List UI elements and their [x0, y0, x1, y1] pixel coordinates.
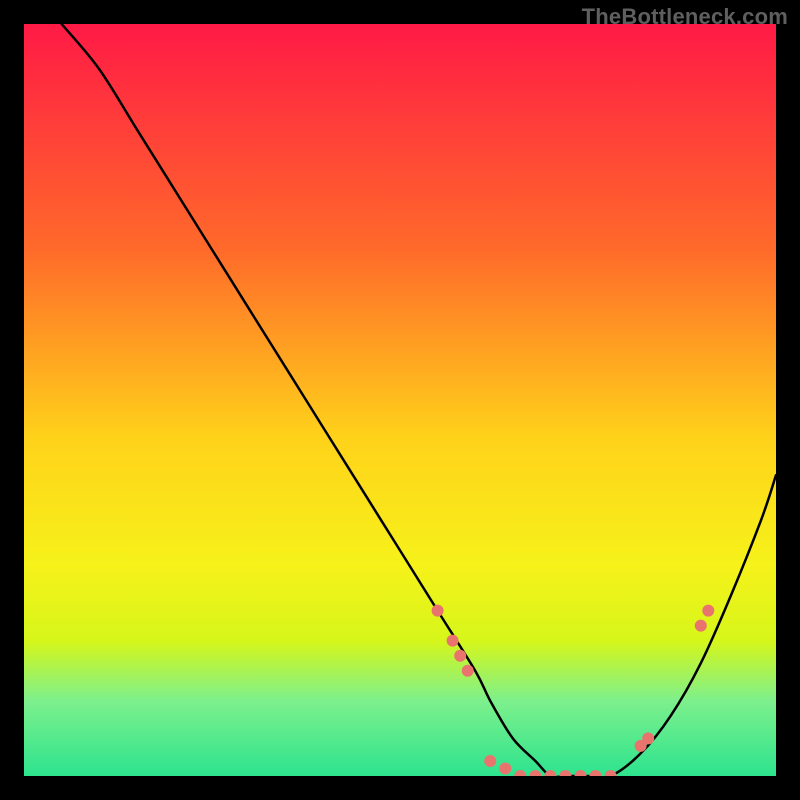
- highlight-dot: [462, 665, 474, 677]
- bottleneck-chart: [24, 24, 776, 776]
- highlight-dot: [454, 650, 466, 662]
- highlight-dot: [432, 605, 444, 617]
- chart-plot-area: [24, 24, 776, 776]
- highlight-dot: [695, 620, 707, 632]
- chart-background-gradient: [24, 24, 776, 776]
- watermark-label: TheBottleneck.com: [582, 4, 788, 30]
- highlight-dot: [484, 755, 496, 767]
- app-frame: TheBottleneck.com: [0, 0, 800, 800]
- highlight-dot: [447, 635, 459, 647]
- highlight-dot: [642, 732, 654, 744]
- highlight-dot: [499, 763, 511, 775]
- highlight-dot: [702, 605, 714, 617]
